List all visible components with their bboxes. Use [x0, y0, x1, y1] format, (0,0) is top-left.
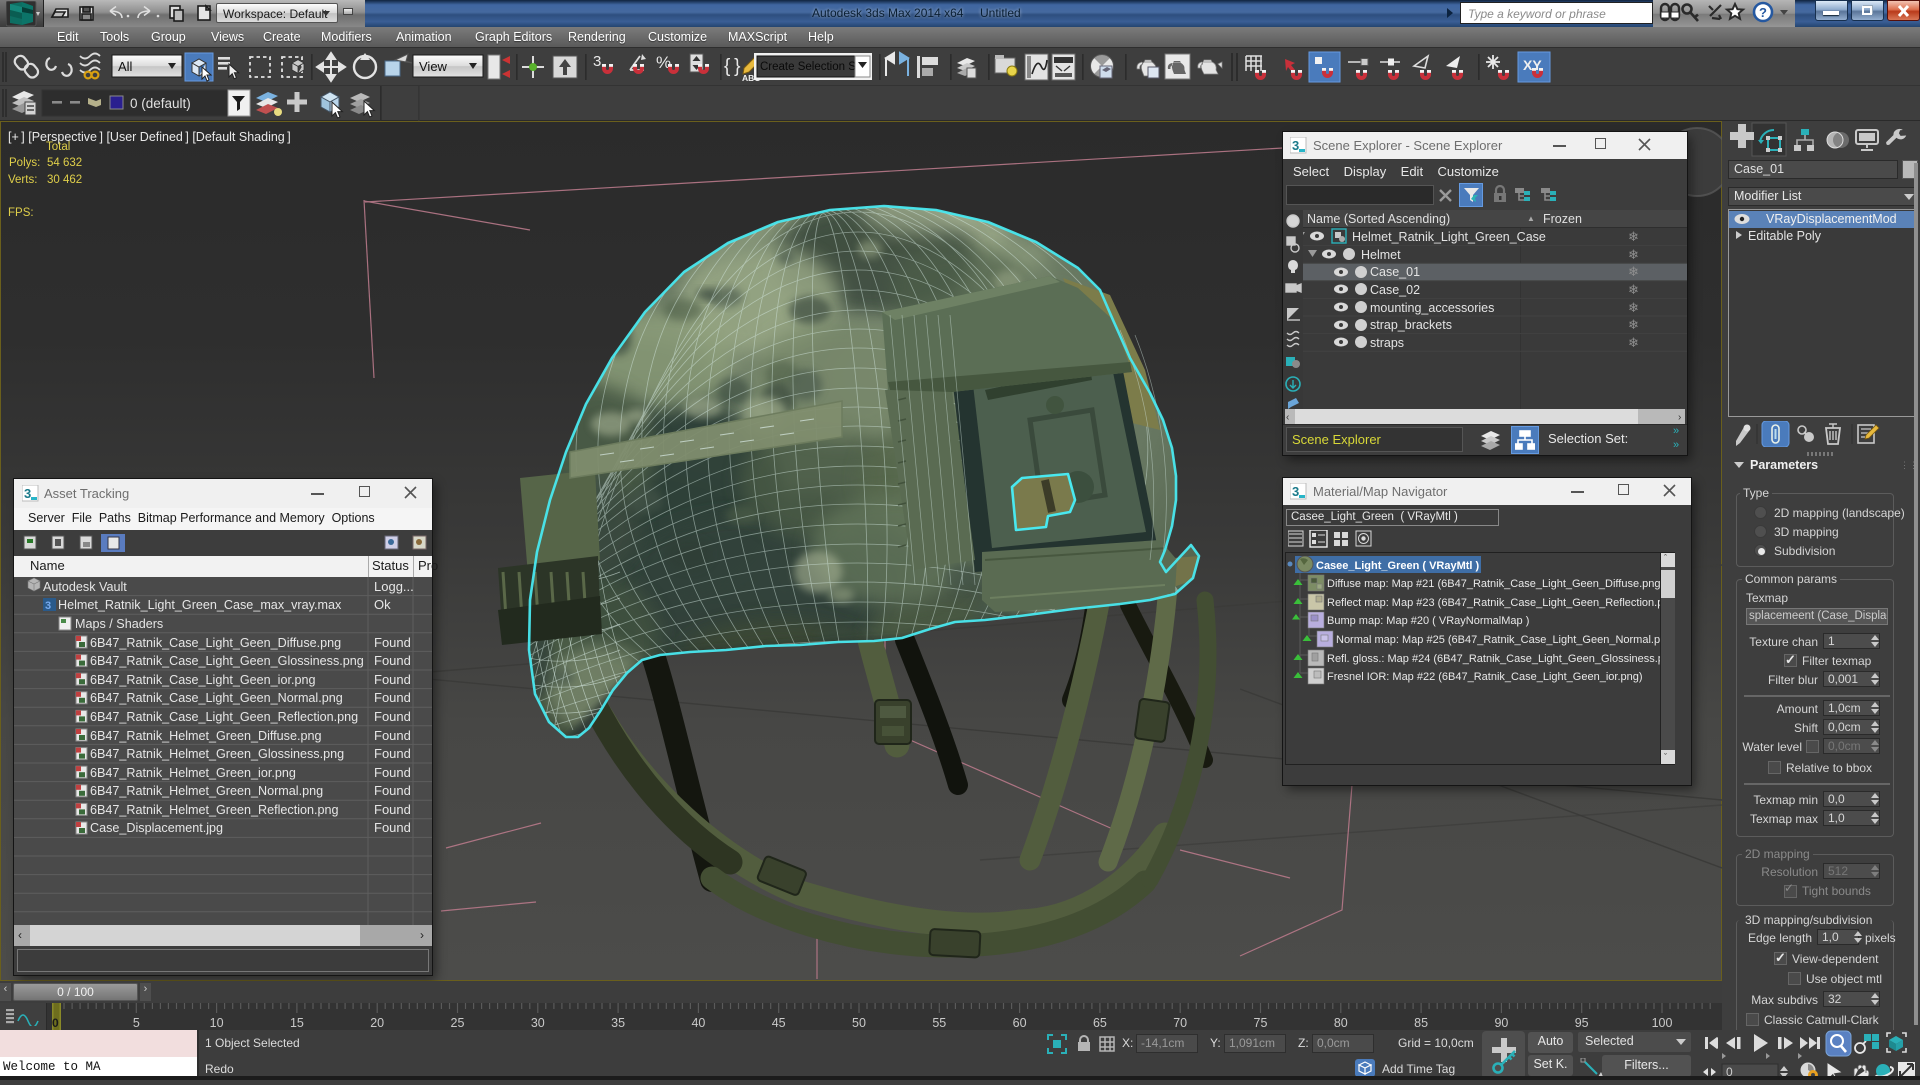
svg-text:?: ?: [1759, 5, 1767, 20]
svg-text:6B47_Ratnik_Helmet_Green_Gloss: 6B47_Ratnik_Helmet_Green_Glossiness.png: [90, 747, 344, 761]
svg-text:75: 75: [1254, 1016, 1268, 1030]
svg-text:Diffuse map: Map #21 (6B47_Rat: Diffuse map: Map #21 (6B47_Ratnik_Case_L…: [1327, 578, 1660, 590]
svg-text:Reflect map: Map #23 (6B47_Rat: Reflect map: Map #23 (6B47_Ratnik_Case_L…: [1327, 597, 1660, 609]
svg-text:15: 15: [290, 1016, 304, 1030]
svg-text:❄: ❄: [1628, 282, 1639, 297]
svg-text:5: 5: [133, 1016, 140, 1030]
svg-text:Found: Found: [374, 765, 411, 780]
svg-text:Create Selection Se: Create Selection Se: [760, 61, 862, 73]
svg-text:6B47_Ratnik_Case_Light_Geen_Di: 6B47_Ratnik_Case_Light_Geen_Diffuse.png: [90, 636, 341, 650]
svg-text:Found: Found: [374, 820, 411, 835]
svg-text:60: 60: [1013, 1016, 1027, 1030]
svg-text:6B47_Ratnik_Case_Light_Geen_Re: 6B47_Ratnik_Case_Light_Geen_Reflection.p…: [90, 710, 358, 724]
svg-text:{ }: { }: [724, 56, 741, 77]
svg-text:50: 50: [852, 1016, 866, 1030]
svg-text:3: 3: [1292, 484, 1299, 499]
svg-text:Helmet_Ratnik_Light_Green_Case: Helmet_Ratnik_Light_Green_Case: [1352, 230, 1546, 244]
svg-text:❄: ❄: [1628, 300, 1639, 315]
svg-text:Case_Displacement.jpg: Case_Displacement.jpg: [90, 821, 223, 835]
svg-text:6B47_Ratnik_Helmet_Green_ior.p: 6B47_Ratnik_Helmet_Green_ior.png: [90, 766, 296, 780]
svg-text:45: 45: [772, 1016, 786, 1030]
svg-text:10: 10: [210, 1016, 224, 1030]
svg-text:20: 20: [370, 1016, 384, 1030]
svg-text:Found: Found: [374, 746, 411, 761]
svg-text:90: 90: [1494, 1016, 1508, 1030]
svg-text:Helmet: Helmet: [1361, 248, 1401, 262]
svg-text:6B47_Ratnik_Helmet_Green_Diffu: 6B47_Ratnik_Helmet_Green_Diffuse.png: [90, 729, 322, 743]
svg-text:0 (default): 0 (default): [130, 96, 191, 111]
svg-text:❄: ❄: [1628, 335, 1639, 350]
svg-text:6B47_Ratnik_Helmet_Green_Norma: 6B47_Ratnik_Helmet_Green_Normal.png: [90, 784, 323, 798]
svg-text:Found: Found: [374, 653, 411, 668]
svg-text:6B47_Ratnik_Case_Light_Geen_io: 6B47_Ratnik_Case_Light_Geen_ior.png: [90, 673, 315, 687]
svg-text:80: 80: [1334, 1016, 1348, 1030]
svg-text:straps: straps: [1370, 336, 1404, 350]
svg-text:3: 3: [24, 486, 31, 501]
svg-text:strap_brackets: strap_brackets: [1370, 318, 1452, 332]
svg-text:95: 95: [1575, 1016, 1589, 1030]
svg-text:Found: Found: [374, 783, 411, 798]
svg-text:View: View: [419, 59, 448, 74]
svg-text:Bump map: Map #20 ( VRayNorma: Bump map: Map #20 ( VRayNormalMap ): [1327, 615, 1529, 627]
svg-text:Casee_Light_Green ( VRayMtl ): Casee_Light_Green ( VRayMtl ): [1316, 560, 1480, 572]
svg-text:6B47_Ratnik_Case_Light_Geen_Gl: 6B47_Ratnik_Case_Light_Geen_Glossiness.p…: [90, 654, 364, 668]
svg-text:Ok: Ok: [374, 597, 391, 612]
svg-text:❄: ❄: [1628, 229, 1639, 244]
svg-text:Fresnel IOR: Map #22 (6B47_Rat: Fresnel IOR: Map #22 (6B47_Ratnik_Case_L…: [1327, 671, 1643, 683]
svg-text:55: 55: [932, 1016, 946, 1030]
svg-text:70: 70: [1173, 1016, 1187, 1030]
svg-text:Maps / Shaders: Maps / Shaders: [75, 617, 163, 631]
svg-text:❄: ❄: [1628, 317, 1639, 332]
svg-text:❄: ❄: [1628, 264, 1639, 279]
svg-text:Case_01: Case_01: [1370, 265, 1420, 279]
svg-text:❄: ❄: [1628, 247, 1639, 262]
svg-text:All: All: [118, 59, 133, 74]
svg-text:35: 35: [611, 1016, 625, 1030]
svg-text:Found: Found: [374, 690, 411, 705]
svg-text:Found: Found: [374, 709, 411, 724]
svg-text:3: 3: [593, 53, 601, 70]
svg-text:40: 40: [691, 1016, 705, 1030]
svg-text:Case_02: Case_02: [1370, 283, 1420, 297]
svg-text:65: 65: [1093, 1016, 1107, 1030]
svg-text:Autodesk Vault: Autodesk Vault: [43, 580, 127, 594]
svg-text:mounting_accessories: mounting_accessories: [1370, 301, 1494, 315]
svg-text:Found: Found: [374, 672, 411, 687]
svg-text:6B47_Ratnik_Case_Light_Geen_No: 6B47_Ratnik_Case_Light_Geen_Normal.png: [90, 691, 343, 705]
svg-text:Logg...: Logg...: [374, 579, 414, 594]
svg-text:Found: Found: [374, 635, 411, 650]
svg-text:Refl. gloss.: Map #24 (6B47_Ra: Refl. gloss.: Map #24 (6B47_Ratnik_Case_…: [1327, 653, 1660, 665]
svg-text:Found: Found: [374, 728, 411, 743]
svg-text:30: 30: [531, 1016, 545, 1030]
svg-text:100: 100: [1652, 1016, 1673, 1030]
svg-text:3: 3: [1292, 138, 1299, 153]
svg-text:0: 0: [52, 1016, 59, 1030]
svg-text:Helmet_Ratnik_Light_Green_Case: Helmet_Ratnik_Light_Green_Case_max_vray.…: [58, 598, 342, 612]
svg-text:3: 3: [45, 600, 51, 612]
svg-text:85: 85: [1414, 1016, 1428, 1030]
svg-text:6B47_Ratnik_Helmet_Green_Refle: 6B47_Ratnik_Helmet_Green_Reflection.png: [90, 803, 339, 817]
svg-text:25: 25: [451, 1016, 465, 1030]
svg-text:Found: Found: [374, 802, 411, 817]
svg-text:Normal map: Map #25 (6B47_Ratn: Normal map: Map #25 (6B47_Ratnik_Case_Li…: [1336, 634, 1660, 646]
